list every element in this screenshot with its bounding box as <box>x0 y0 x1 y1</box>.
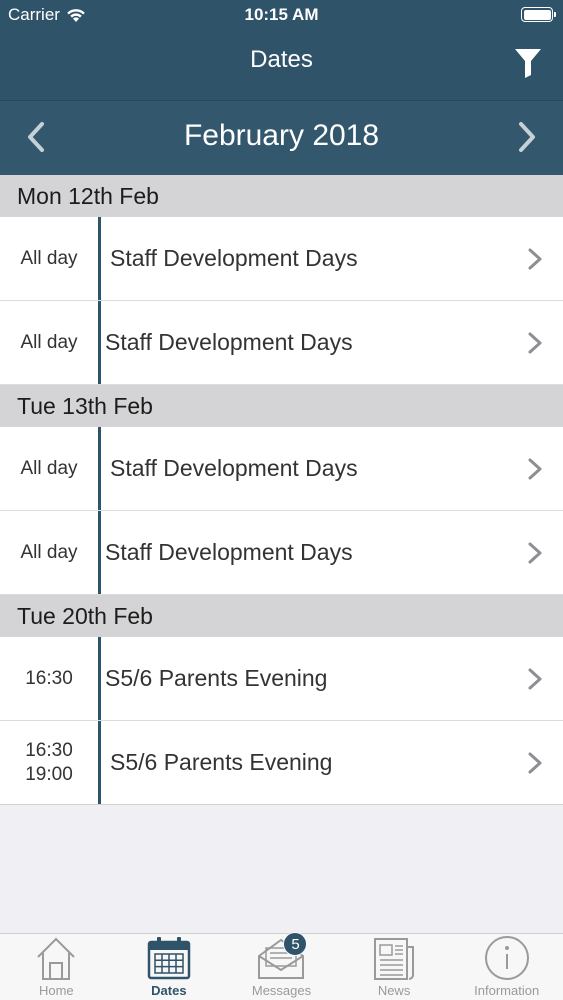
page-title: Dates <box>250 46 313 73</box>
navigation-header: Carrier 10:15 AM Dates <box>0 0 563 100</box>
event-row[interactable]: 16:30 19:00 S5/6 Parents Evening <box>0 721 563 805</box>
event-title: S5/6 Parents Evening <box>105 665 328 691</box>
chevron-right-icon <box>528 668 542 690</box>
chevron-right-icon <box>528 248 542 270</box>
events-list: Mon 12th Feb All day Staff Development D… <box>0 175 563 805</box>
event-time: 16:30 <box>0 637 98 720</box>
timeline-divider <box>98 427 101 510</box>
tab-messages[interactable]: 5 Messages <box>225 932 338 1000</box>
timeline-divider <box>98 301 101 384</box>
event-start-time: 16:30 <box>25 739 73 761</box>
event-start-time: All day <box>20 457 78 479</box>
event-start-time: All day <box>20 541 78 563</box>
tab-information[interactable]: Information <box>450 934 563 1000</box>
tab-label: Dates <box>151 983 187 998</box>
calendar-icon <box>145 934 193 982</box>
home-icon <box>32 934 80 982</box>
tab-label: News <box>377 983 411 998</box>
event-row[interactable]: All day Staff Development Days <box>0 301 563 385</box>
event-time: All day <box>0 427 98 510</box>
chevron-right-icon <box>528 458 542 480</box>
current-month-label: February 2018 <box>183 119 380 152</box>
battery-icon <box>521 7 556 22</box>
chevron-right-icon <box>519 122 535 152</box>
chevron-right-icon <box>528 752 542 774</box>
event-time: All day <box>0 301 98 384</box>
tab-label: Home <box>38 983 74 998</box>
timeline-divider <box>98 637 101 720</box>
tab-dates[interactable]: Dates <box>113 934 226 1000</box>
filter-icon <box>515 49 541 78</box>
info-icon <box>483 934 531 982</box>
event-time: All day <box>0 217 98 300</box>
event-start-time: All day <box>20 331 78 353</box>
timeline-divider <box>98 721 101 804</box>
event-start-time: All day <box>20 247 78 269</box>
event-title: Staff Development Days <box>110 455 358 481</box>
tab-home[interactable]: Home <box>0 934 113 1000</box>
month-navigator: February 2018 <box>0 100 563 175</box>
next-month-button[interactable] <box>507 115 547 159</box>
tab-label: Information <box>474 983 540 998</box>
event-row[interactable]: All day Staff Development Days <box>0 217 563 301</box>
day-header: Tue 20th Feb <box>0 595 563 637</box>
event-title: S5/6 Parents Evening <box>110 749 333 775</box>
event-title: Staff Development Days <box>110 245 358 271</box>
timeline-divider <box>98 511 101 594</box>
envelope-icon: 5 <box>257 932 308 982</box>
tab-news[interactable]: News <box>338 934 451 1000</box>
status-bar: Carrier 10:15 AM <box>0 0 563 30</box>
event-start-time: 16:30 <box>25 667 73 689</box>
event-row[interactable]: All day Staff Development Days <box>0 511 563 595</box>
event-row[interactable]: 16:30 S5/6 Parents Evening <box>0 637 563 721</box>
event-title: Staff Development Days <box>105 539 353 565</box>
tab-label: Messages <box>251 983 312 998</box>
chevron-right-icon <box>528 542 542 564</box>
chevron-right-icon <box>528 332 542 354</box>
day-header: Mon 12th Feb <box>0 175 563 217</box>
event-row[interactable]: All day Staff Development Days <box>0 427 563 511</box>
timeline-divider <box>98 217 101 300</box>
filter-button[interactable] <box>511 46 545 80</box>
event-time: All day <box>0 511 98 594</box>
newspaper-icon <box>370 934 418 982</box>
tab-bar: Home Dates 5 Messages News Information <box>0 932 563 1000</box>
status-time: 10:15 AM <box>244 5 319 24</box>
event-time: 16:30 19:00 <box>0 721 98 804</box>
event-title: Staff Development Days <box>105 329 353 355</box>
day-header: Tue 13th Feb <box>0 385 563 427</box>
event-end-time: 19:00 <box>25 763 73 785</box>
